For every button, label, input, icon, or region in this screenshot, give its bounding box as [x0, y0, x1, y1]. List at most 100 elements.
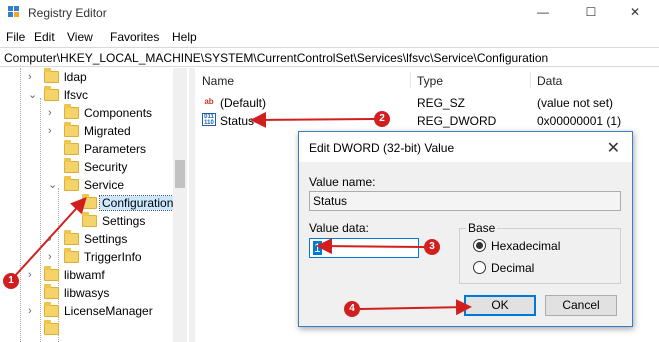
ok-button[interactable]: OK: [464, 295, 536, 316]
tree-item-label: Components: [84, 106, 153, 120]
value-row-default[interactable]: ab (Default) REG_SZ (value not set): [195, 93, 659, 111]
minimize-button[interactable]: —: [520, 0, 566, 26]
column-header-type[interactable]: Type: [417, 74, 443, 88]
tree-item-libwamf[interactable]: › libwamf: [0, 266, 173, 284]
tree-item-label: TriggerInfo: [84, 250, 142, 264]
tree-item-settings[interactable]: › Settings: [0, 230, 173, 248]
tree-item-lfsvc[interactable]: ⌄ lfsvc: [0, 86, 173, 104]
value-name-label: Value name:: [309, 175, 376, 189]
column-divider[interactable]: [530, 72, 531, 88]
decimal-radio[interactable]: [473, 261, 486, 274]
tree-item-label: libwasys: [64, 286, 110, 300]
annotation-badge-3: 3: [424, 239, 440, 255]
tree-item-triggerinfo[interactable]: › TriggerInfo: [0, 248, 173, 266]
registry-key-tree: › ldap ⌄ lfsvc › Components › Migrated P…: [0, 68, 187, 342]
annotation-badge-4: 4: [344, 301, 360, 317]
chevron-right-icon[interactable]: ›: [48, 230, 52, 248]
folder-icon: [44, 68, 59, 83]
menu-bar: File Edit View Favorites Help: [0, 26, 659, 46]
tree-item-licensemanager[interactable]: › LicenseManager: [0, 302, 173, 320]
tree-item-libwasys[interactable]: libwasys: [0, 284, 173, 302]
folder-icon: [44, 302, 59, 317]
value-name-text: Status: [313, 194, 348, 208]
tree-item-components[interactable]: › Components: [0, 104, 173, 122]
tree-item-migrated[interactable]: › Migrated: [0, 122, 173, 140]
column-header-data[interactable]: Data: [537, 74, 562, 88]
dialog-close-button[interactable]: ✕: [607, 138, 620, 158]
window-title: Registry Editor: [28, 6, 107, 20]
tree-item-service-settings[interactable]: Settings: [0, 212, 173, 230]
value-type: REG_DWORD: [417, 114, 497, 128]
registry-editor-app-icon: [8, 6, 20, 18]
value-name: (Default): [220, 96, 267, 110]
tree-item-parameters[interactable]: Parameters: [0, 140, 173, 158]
folder-icon: [44, 86, 59, 101]
folder-icon: [82, 194, 97, 209]
value-data: (value not set): [537, 96, 614, 110]
annotation-badge-2: 2: [374, 111, 390, 127]
tree-scrollbar[interactable]: [173, 68, 187, 342]
annotation-badge-1: 1: [3, 273, 19, 289]
tree-item-label: Configuration: [98, 195, 177, 211]
tree-item-label: Parameters: [84, 142, 147, 156]
value-data-label: Value data:: [309, 221, 369, 235]
tree-item-ldap[interactable]: › ldap: [0, 68, 173, 86]
folder-icon: [64, 104, 79, 119]
folder-icon: [64, 122, 79, 137]
tree-item-service[interactable]: ⌄ Service: [0, 176, 173, 194]
tree-item-label: ldap: [64, 70, 87, 84]
tree-item-label: LicenseManager: [64, 304, 153, 318]
tree-item-label: Security: [84, 160, 128, 174]
edit-dword-dialog: Edit DWORD (32-bit) Value ✕ Value name: …: [298, 131, 633, 327]
address-path[interactable]: Computer\HKEY_LOCAL_MACHINE\SYSTEM\Curre…: [4, 51, 548, 65]
value-name: Status: [220, 114, 255, 128]
tree-item-label: Settings: [102, 214, 146, 228]
tree-item-security[interactable]: Security: [0, 158, 173, 176]
address-bar[interactable]: Computer\HKEY_LOCAL_MACHINE\SYSTEM\Curre…: [0, 47, 659, 67]
tree-scrollbar-thumb[interactable]: [175, 160, 185, 188]
hexadecimal-radio[interactable]: [473, 239, 486, 252]
chevron-right-icon[interactable]: ›: [28, 68, 32, 86]
folder-icon: [64, 230, 79, 245]
value-name-field[interactable]: Status: [309, 191, 621, 211]
title-bar: Registry Editor — ☐ ✕: [0, 0, 659, 26]
folder-icon: [64, 140, 79, 155]
chevron-right-icon[interactable]: ›: [28, 302, 32, 320]
value-type: REG_SZ: [417, 96, 466, 110]
tree-item-partial[interactable]: [0, 320, 173, 338]
dialog-title: Edit DWORD (32-bit) Value: [309, 141, 455, 155]
value-data: 0x00000001 (1): [537, 114, 622, 128]
value-data-input[interactable]: 1: [309, 238, 419, 258]
cancel-button[interactable]: Cancel: [545, 295, 617, 316]
chevron-down-icon[interactable]: ⌄: [28, 86, 37, 104]
folder-icon: [64, 176, 79, 191]
column-divider[interactable]: [410, 72, 411, 88]
menu-favorites[interactable]: Favorites: [110, 30, 159, 44]
menu-file[interactable]: File: [6, 30, 25, 44]
folder-icon: [44, 284, 59, 299]
tree-item-label: libwamf: [64, 268, 105, 282]
chevron-down-icon[interactable]: ⌄: [48, 176, 57, 194]
tree-item-label: Migrated: [84, 124, 131, 138]
close-button[interactable]: ✕: [612, 0, 658, 26]
string-value-icon: ab: [204, 97, 214, 106]
value-row-status[interactable]: 011 110 Status REG_DWORD 0x00000001 (1): [195, 111, 659, 129]
dialog-title-bar: Edit DWORD (32-bit) Value ✕: [299, 132, 632, 162]
menu-edit[interactable]: Edit: [34, 30, 55, 44]
decimal-label[interactable]: Decimal: [491, 261, 534, 275]
base-label: Base: [466, 221, 498, 235]
folder-icon: [44, 266, 59, 281]
tree-item-configuration[interactable]: Configuration: [0, 194, 177, 212]
chevron-right-icon[interactable]: ›: [48, 122, 52, 140]
chevron-right-icon[interactable]: ›: [28, 266, 32, 284]
tree-item-label: lfsvc: [64, 88, 88, 102]
chevron-right-icon[interactable]: ›: [48, 248, 52, 266]
hexadecimal-label[interactable]: Hexadecimal: [491, 239, 560, 253]
maximize-button[interactable]: ☐: [568, 0, 614, 26]
binary-value-icon: 011 110: [202, 113, 216, 126]
chevron-right-icon[interactable]: ›: [48, 104, 52, 122]
tree-item-label: Service: [84, 178, 125, 192]
menu-view[interactable]: View: [67, 30, 93, 44]
column-header-name[interactable]: Name: [202, 74, 234, 88]
menu-help[interactable]: Help: [172, 30, 197, 44]
